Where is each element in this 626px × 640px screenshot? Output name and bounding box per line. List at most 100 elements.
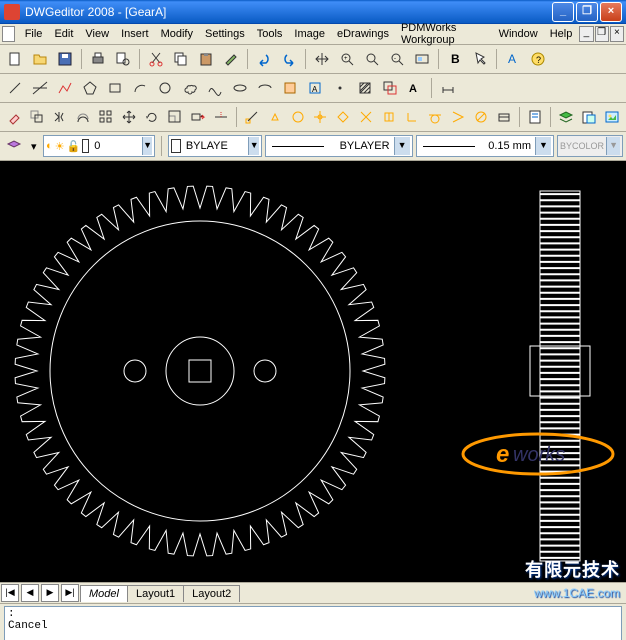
spline-button[interactable]	[203, 76, 227, 100]
menu-help[interactable]: Help	[544, 26, 579, 42]
lineweight-input[interactable]	[479, 139, 533, 153]
snap-insert-button[interactable]	[378, 105, 400, 129]
menu-modify[interactable]: Modify	[155, 26, 199, 42]
line-button[interactable]	[3, 76, 27, 100]
ellipse-button[interactable]	[228, 76, 252, 100]
named-views-button[interactable]	[410, 47, 434, 71]
select-button[interactable]	[468, 47, 492, 71]
polyline-button[interactable]	[53, 76, 77, 100]
trim-button[interactable]	[210, 105, 232, 129]
redo-button[interactable]	[277, 47, 301, 71]
menu-window[interactable]: Window	[493, 26, 544, 42]
dropdown-icon[interactable]: ▼	[606, 137, 620, 155]
layer-manager-button[interactable]	[3, 134, 24, 158]
maximize-button[interactable]: ❐	[576, 2, 598, 22]
insert-block-button[interactable]	[278, 76, 302, 100]
mdi-minimize-button[interactable]: _	[579, 26, 593, 42]
region-button[interactable]	[378, 76, 402, 100]
mdi-restore-button[interactable]: ❐	[595, 26, 609, 42]
erase-button[interactable]	[3, 105, 25, 129]
zoom-realtime-button[interactable]: +	[335, 47, 359, 71]
revcloud-button[interactable]	[178, 76, 202, 100]
tab-model[interactable]: Model	[80, 585, 128, 602]
layers-button[interactable]	[555, 105, 577, 129]
minimize-button[interactable]: _	[552, 2, 574, 22]
dimension-button[interactable]	[436, 76, 460, 100]
text-button[interactable]: A	[501, 47, 525, 71]
bold-button[interactable]: B	[443, 47, 467, 71]
dropdown-icon[interactable]: ▼	[535, 137, 551, 155]
array-button[interactable]	[95, 105, 117, 129]
snap-node-button[interactable]	[310, 105, 332, 129]
menu-pdmworks[interactable]: PDMWorks Workgroup	[395, 20, 493, 48]
snap-settings-button[interactable]	[493, 105, 515, 129]
arc-button[interactable]	[128, 76, 152, 100]
tab-last-button[interactable]: ▶|	[61, 584, 79, 602]
dropdown-icon[interactable]: ▼	[248, 137, 259, 155]
command-window[interactable]: : Cancel	[4, 606, 622, 640]
copy-button[interactable]	[169, 47, 193, 71]
zoom-window-button[interactable]	[360, 47, 384, 71]
copy-obj-button[interactable]	[26, 105, 48, 129]
offset-button[interactable]	[72, 105, 94, 129]
hatch-button[interactable]	[353, 76, 377, 100]
menu-view[interactable]: View	[79, 26, 115, 42]
dropdown-icon[interactable]: ▼	[394, 137, 410, 155]
xref-button[interactable]	[578, 105, 600, 129]
image-button[interactable]	[601, 105, 623, 129]
snap-intersect-button[interactable]	[355, 105, 377, 129]
scale-button[interactable]	[164, 105, 186, 129]
match-properties-button[interactable]	[219, 47, 243, 71]
new-button[interactable]	[3, 47, 27, 71]
paste-button[interactable]	[194, 47, 218, 71]
rectangle-button[interactable]	[103, 76, 127, 100]
save-button[interactable]	[53, 47, 77, 71]
menu-insert[interactable]: Insert	[115, 26, 155, 42]
linetype-combo[interactable]: ▼	[265, 135, 412, 157]
tab-next-button[interactable]: ▶	[41, 584, 59, 602]
lineweight-combo[interactable]: ▼	[416, 135, 554, 157]
tab-layout1[interactable]: Layout1	[127, 585, 184, 602]
layer-combo[interactable]: ◐☀🔓 ▼	[43, 135, 155, 157]
print-preview-button[interactable]	[111, 47, 135, 71]
xline-button[interactable]	[28, 76, 52, 100]
bycolor-button[interactable]: BYCOLOR ▼	[557, 135, 623, 157]
tab-layout2[interactable]: Layout2	[183, 585, 240, 602]
point-button[interactable]	[328, 76, 352, 100]
menu-image[interactable]: Image	[288, 26, 331, 42]
move-button[interactable]	[118, 105, 140, 129]
print-button[interactable]	[86, 47, 110, 71]
menu-file[interactable]: File	[19, 26, 49, 42]
pan-button[interactable]	[310, 47, 334, 71]
make-block-button[interactable]: A	[303, 76, 327, 100]
ellipse-arc-button[interactable]	[253, 76, 277, 100]
drawing-canvas[interactable]: eworks	[0, 161, 626, 582]
snap-tangent-button[interactable]	[424, 105, 446, 129]
cut-button[interactable]	[144, 47, 168, 71]
color-input[interactable]	[184, 139, 246, 153]
snap-endpoint-button[interactable]	[241, 105, 263, 129]
snap-nearest-button[interactable]	[447, 105, 469, 129]
color-combo[interactable]: ▼	[168, 135, 262, 157]
menu-tools[interactable]: Tools	[251, 26, 289, 42]
menu-settings[interactable]: Settings	[199, 26, 251, 42]
menu-edrawings[interactable]: eDrawings	[331, 26, 395, 42]
snap-center-button[interactable]	[287, 105, 309, 129]
zoom-previous-button[interactable]: -	[385, 47, 409, 71]
close-button[interactable]: ×	[600, 2, 622, 22]
snap-perp-button[interactable]	[401, 105, 423, 129]
stretch-button[interactable]	[187, 105, 209, 129]
mtext-button[interactable]: A	[403, 76, 427, 100]
rotate-button[interactable]	[141, 105, 163, 129]
snap-none-button[interactable]	[470, 105, 492, 129]
open-button[interactable]	[28, 47, 52, 71]
dropdown-icon[interactable]: ▼	[142, 137, 152, 155]
polygon-button[interactable]	[78, 76, 102, 100]
circle-button[interactable]	[153, 76, 177, 100]
menu-edit[interactable]: Edit	[48, 26, 79, 42]
layer-dropdown-icon[interactable]: ▾	[27, 134, 40, 158]
tab-prev-button[interactable]: ◀	[21, 584, 39, 602]
tab-first-button[interactable]: |◀	[1, 584, 19, 602]
snap-mid-button[interactable]	[264, 105, 286, 129]
mdi-close-button[interactable]: ×	[610, 26, 624, 42]
